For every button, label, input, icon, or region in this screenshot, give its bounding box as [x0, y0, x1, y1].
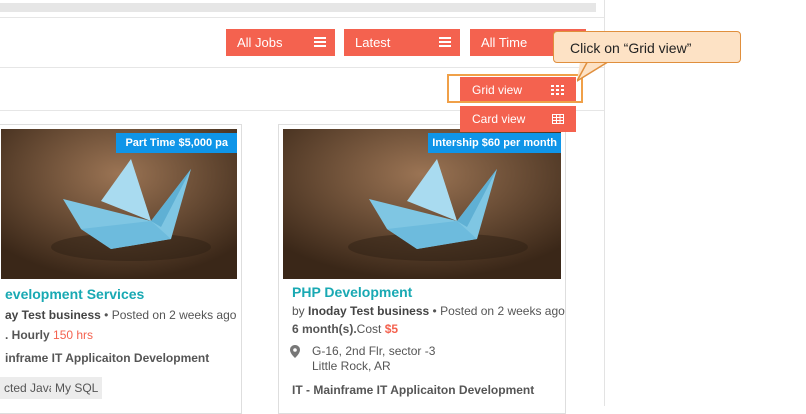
latest-label: Latest: [355, 35, 391, 50]
posted-date: Posted on 2 weeks ago: [111, 308, 237, 322]
rate-prefix: . Hourly: [5, 328, 54, 342]
job-title-link[interactable]: evelopment Services: [5, 286, 144, 302]
divider: [0, 17, 604, 18]
job-type-badge: Intership $60 per month: [428, 133, 561, 153]
all-time-label: All Time: [481, 35, 528, 50]
address-line-2: Little Rock, AR: [312, 359, 391, 373]
job-address: G-16, 2nd Flr, sector -3 Little Rock, AR: [312, 344, 435, 374]
duration: 6 month(s).: [292, 322, 357, 336]
job-categories: inframe IT Applicaiton Development: [5, 351, 210, 365]
table-icon: [552, 114, 564, 124]
cost-value: $5: [384, 322, 399, 336]
latest-sort-button[interactable]: Latest: [344, 29, 460, 56]
job-list-panel: All Jobs Latest All Time Part Time $5,00…: [0, 0, 605, 414]
job-meta: ay Test business • Posted on 2 weeks ago: [5, 308, 237, 322]
location-pin-icon: [290, 345, 300, 358]
grid-view-highlight: [447, 74, 583, 103]
company-name[interactable]: Inoday Test business: [308, 304, 429, 318]
posted-date: Posted on 2 weeks ago: [440, 304, 565, 318]
job-type-badge: Part Time $5,000 pa: [116, 133, 237, 153]
card-view-option[interactable]: Card view: [460, 106, 576, 132]
by-label: by: [292, 304, 305, 318]
company-name[interactable]: ay Test business: [5, 308, 101, 322]
job-duration-cost: 6 month(s).Cost $5: [292, 322, 398, 336]
job-card[interactable]: Part Time $5,000 pa evelopment Services …: [0, 124, 242, 414]
job-photo: Part Time $5,000 pa: [1, 129, 237, 279]
divider: [0, 67, 604, 68]
address-line-1: G-16, 2nd Flr, sector -3: [312, 344, 436, 358]
menu-icon: [314, 37, 326, 48]
instruction-callout: Click on “Grid view”: [553, 31, 741, 63]
all-jobs-filter-button[interactable]: All Jobs: [226, 29, 335, 56]
cost-label: Cost: [356, 322, 385, 336]
job-title-link[interactable]: PHP Development: [292, 284, 412, 300]
job-categories: IT - Mainframe IT Applicaiton Developmen…: [292, 383, 535, 397]
horizontal-scrollbar[interactable]: [0, 3, 596, 12]
job-meta: by Inoday Test business • Posted on 2 we…: [292, 304, 565, 318]
card-view-label: Card view: [472, 112, 526, 126]
job-photo: Intership $60 per month: [283, 129, 561, 279]
menu-icon: [439, 37, 451, 48]
skill-tag[interactable]: My SQL: [51, 377, 103, 399]
all-jobs-label: All Jobs: [237, 35, 283, 50]
callout-pointer: [577, 62, 608, 82]
job-rate: . Hourly 150 hrs: [5, 328, 93, 342]
rate-value: 150 hrs: [53, 328, 94, 342]
